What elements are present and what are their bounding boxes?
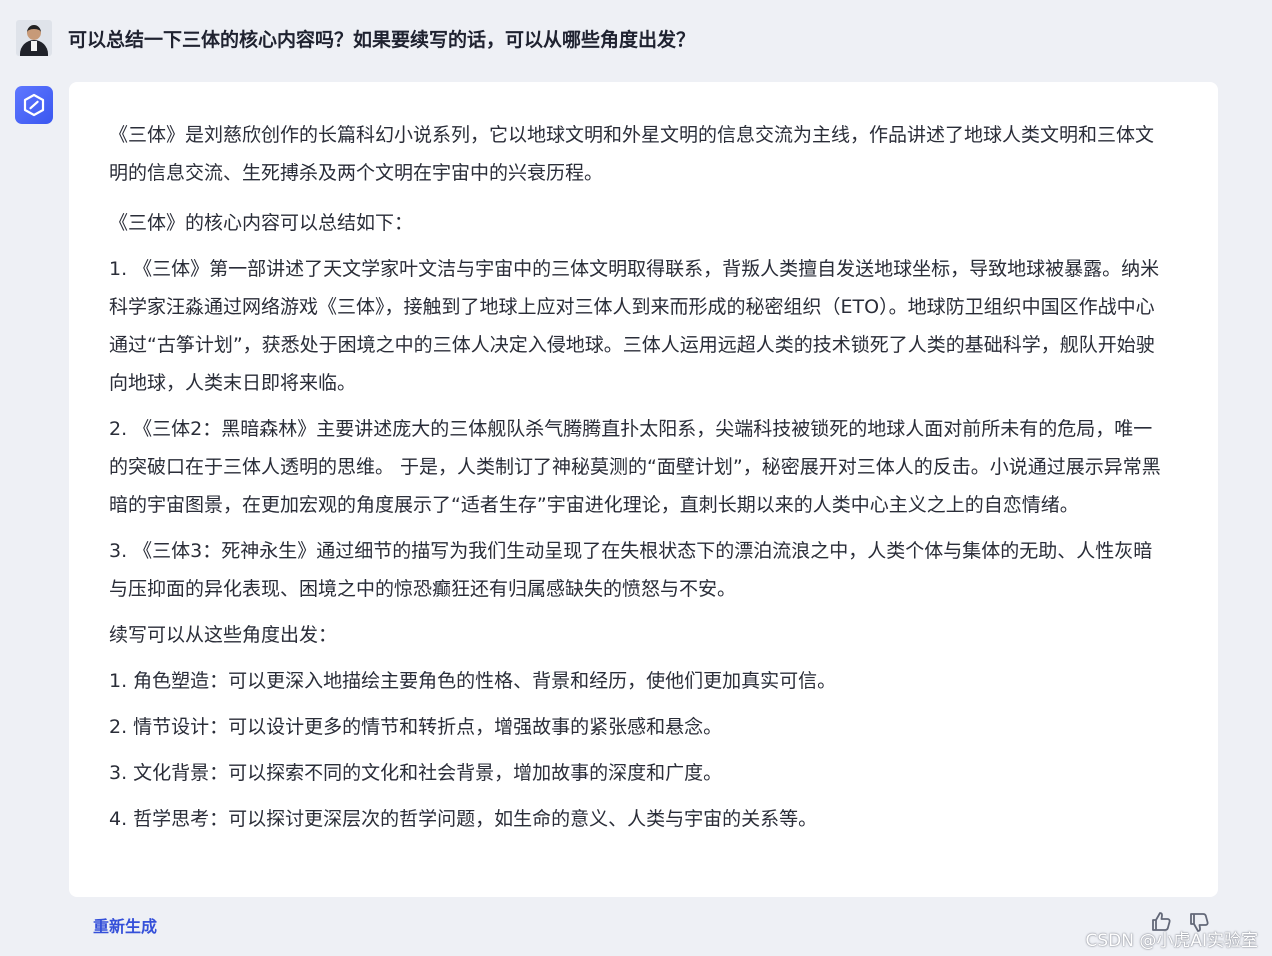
summary-item: 3. 《三体3：死神永生》通过细节的描写为我们生动呈现了在失根状态下的漂泊流浪之… [109,540,1153,600]
continuation-item: 2. 情节设计：可以设计更多的情节和转折点，增强故事的紧张感和悬念。 [109,716,723,738]
user-message-row: 可以总结一下三体的核心内容吗？如果要续写的话，可以从哪些角度出发？ [16,18,1256,58]
continuation-item: 4. 哲学思考：可以探讨更深层次的哲学问题，如生命的意义、人类与宇宙的关系等。 [109,808,818,830]
summary-list: 1. 《三体》第一部讲述了天文学家叶文洁与宇宙中的三体文明取得联系，背叛人类擅自… [109,250,1166,608]
continuation-item: 3. 文化背景：可以探索不同的文化和社会背景，增加故事的深度和广度。 [109,762,723,784]
bot-logo-icon [15,86,53,124]
user-avatar [16,20,52,56]
summary-item: 1. 《三体》第一部讲述了天文学家叶文洁与宇宙中的三体文明取得联系，背叛人类擅自… [109,258,1160,394]
continuation-item: 1. 角色塑造：可以更深入地描绘主要角色的性格、背景和经历，使他们更加真实可信。 [109,670,837,692]
answer-card: 《三体》是刘慈欣创作的长篇科幻小说系列，它以地球文明和外星文明的信息交流为主线，… [69,82,1218,897]
avatar-head-shape [27,25,41,40]
summary-heading: 《三体》的核心内容可以总结如下： [109,212,414,234]
regenerate-button[interactable]: 重新生成 [93,913,157,937]
avatar-shirt-shape [31,41,37,51]
continuation-list: 1. 角色塑造：可以更深入地描绘主要角色的性格、背景和经历，使他们更加真实可信。… [109,662,1166,838]
bot-logo-glyph [23,93,45,117]
user-question: 可以总结一下三体的核心内容吗？如果要续写的话，可以从哪些角度出发？ [68,28,696,51]
summary-item: 2. 《三体2：黑暗森林》主要讲述庞大的三体舰队杀气腾腾直扑太阳系，尖端科技被锁… [109,418,1161,516]
answer-intro: 《三体》是刘慈欣创作的长篇科幻小说系列，它以地球文明和外星文明的信息交流为主线，… [109,124,1155,184]
continuation-heading: 续写可以从这些角度出发： [109,624,338,646]
csdn-watermark: CSDN @小虎AI实验室 [1085,931,1258,951]
